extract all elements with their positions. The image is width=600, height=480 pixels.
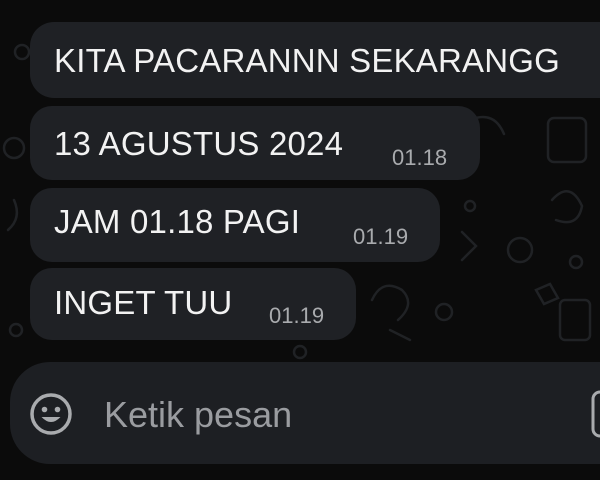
message-timestamp: 01.18 — [392, 145, 448, 170]
message-composer — [10, 362, 600, 464]
message-timestamp: 01.19 — [353, 224, 409, 249]
message-text: INGET TUU — [54, 284, 233, 321]
message-text: JAM 01.18 PAGI — [54, 203, 301, 240]
message-bubble[interactable]: INGET TUU 01.19 — [30, 268, 356, 340]
message-bubble[interactable]: KITA PACARANNN SEKARANGG — [30, 22, 600, 98]
smiley-icon[interactable] — [28, 391, 74, 437]
message-timestamp: 01.19 — [269, 303, 325, 328]
message-bubble[interactable]: JAM 01.18 PAGI 01.19 — [30, 188, 440, 262]
message-text: KITA PACARANNN SEKARANGG — [54, 42, 561, 79]
attachment-icon[interactable] — [590, 388, 600, 440]
message-input[interactable] — [104, 395, 564, 435]
message-bubble[interactable]: 13 AGUSTUS 2024 01.18 — [30, 106, 480, 180]
message-text: 13 AGUSTUS 2024 — [54, 125, 344, 162]
